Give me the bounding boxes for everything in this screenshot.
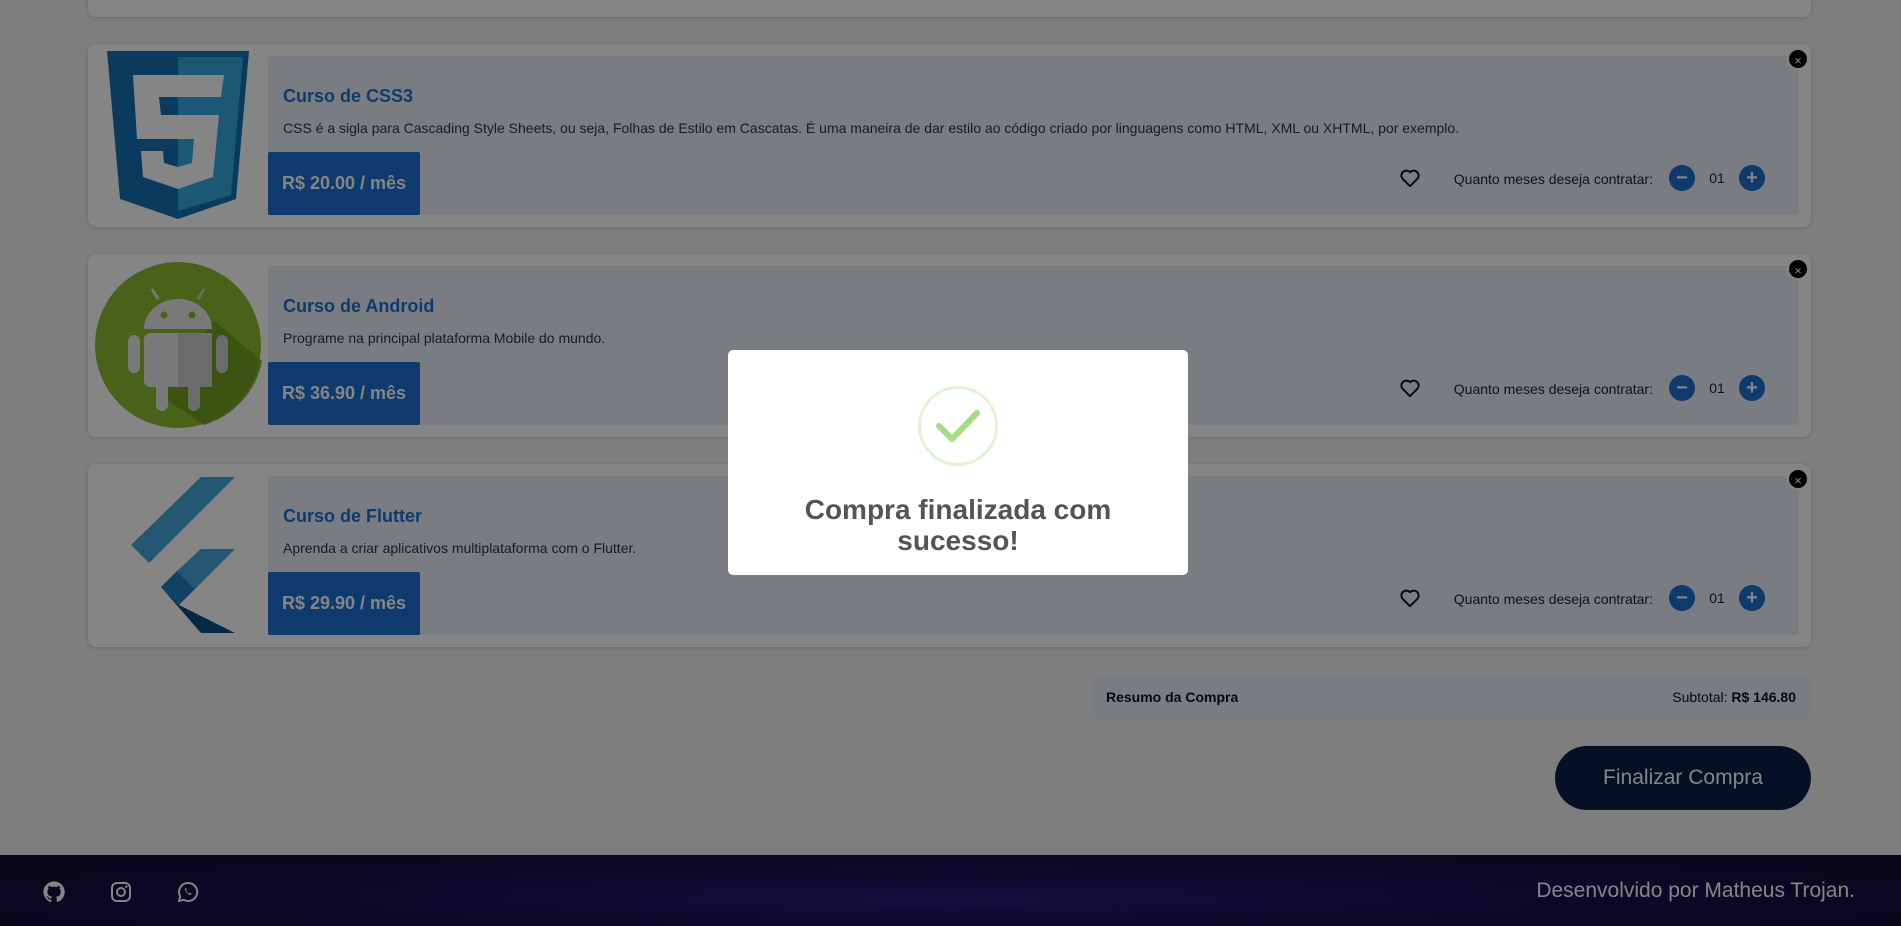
success-modal: Compra finalizada com sucesso! xyxy=(728,350,1188,575)
success-message: Compra finalizada com sucesso! xyxy=(804,494,1112,556)
success-check-icon xyxy=(918,386,998,466)
cart-page: Curso de CSS3 CSS é a sigla para Cascadi… xyxy=(0,0,1901,926)
